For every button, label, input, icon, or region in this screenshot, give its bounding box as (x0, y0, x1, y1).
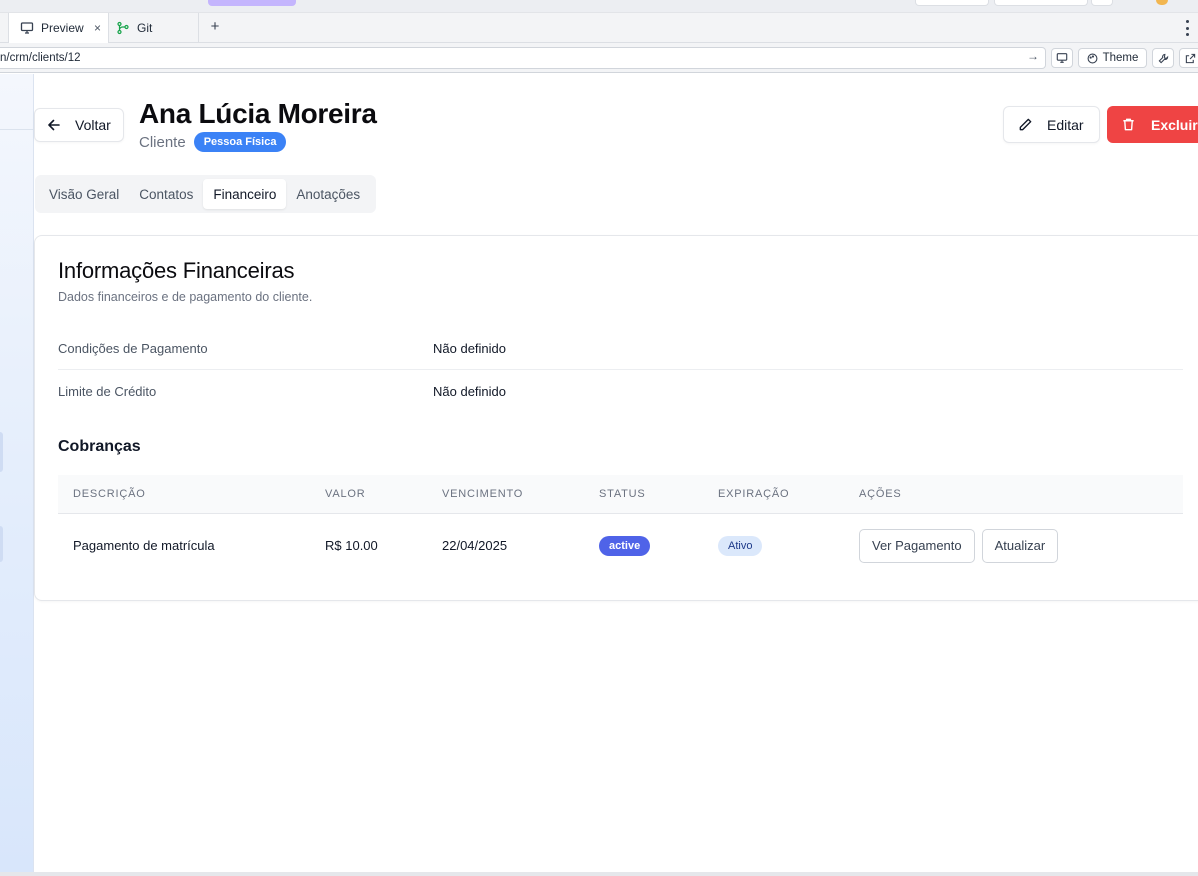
trash-icon (1123, 118, 1134, 131)
page-title: Ana Lúcia Moreira (139, 98, 377, 129)
monitor-icon (19, 20, 35, 36)
field-label: Limite de Crédito (58, 384, 157, 399)
back-label: Voltar (75, 117, 111, 133)
cell-value: R$ 10.00 (325, 538, 378, 553)
status-badge: active (599, 535, 651, 556)
field-value: Não definido (433, 384, 506, 399)
card-title: Informações Financeiras (58, 258, 295, 283)
top-strip-control[interactable] (1091, 0, 1113, 6)
tab-contatos[interactable]: Contatos (129, 179, 203, 209)
pencil-icon (1019, 118, 1032, 131)
edit-button[interactable]: Editar (1003, 106, 1100, 143)
sidebar-item[interactable] (0, 526, 3, 562)
wrench-icon (1158, 53, 1168, 63)
client-type-badge: Pessoa Física (193, 132, 287, 152)
window-top-strip (0, 0, 1198, 13)
tab-visao-geral[interactable]: Visão Geral (39, 179, 129, 209)
column-header-description: DESCRIÇÃO (73, 488, 146, 500)
device-toggle-button[interactable] (1051, 48, 1073, 68)
monitor-icon (1056, 53, 1068, 63)
cell-status: active (599, 514, 651, 577)
open-external-button[interactable] (1179, 48, 1198, 68)
delete-button[interactable]: Excluir (1107, 106, 1198, 143)
tab-label: Git (137, 21, 153, 35)
client-kind: Cliente (139, 133, 186, 151)
field-label: Condições de Pagamento (58, 340, 208, 356)
new-tab-button[interactable]: + (208, 18, 222, 35)
top-strip-highlight (208, 0, 296, 6)
sidebar (0, 74, 34, 874)
arrow-right-icon[interactable]: → (1027, 49, 1039, 63)
delete-label: Excluir (1151, 116, 1198, 133)
charges-title: Cobranças (58, 438, 141, 455)
sidebar-item[interactable] (0, 432, 3, 472)
info-row-credit-limit: Limite de Crédito Não definido (58, 370, 1183, 413)
expiration-badge: Ativo (718, 535, 763, 556)
address-bar: n/crm/clients/12 → Theme (0, 43, 1198, 73)
git-branch-icon (115, 20, 131, 36)
cell-description: Pagamento de matrícula (73, 538, 215, 553)
theme-label: Theme (1102, 52, 1139, 64)
client-subtitle: Cliente Pessoa Física (139, 132, 287, 152)
external-link-icon (1185, 53, 1195, 63)
column-header-value: VALOR (325, 488, 366, 500)
devtools-button[interactable] (1152, 48, 1174, 68)
window-bottom-border (0, 872, 1198, 876)
tab-preview[interactable]: Preview × (8, 13, 109, 43)
tab-git[interactable]: Git (109, 13, 199, 43)
tab-label: Preview (41, 21, 84, 35)
tab-financeiro[interactable]: Financeiro (203, 179, 287, 209)
detail-tabs: Visão Geral Contatos Financeiro Anotaçõe… (35, 175, 376, 213)
arrow-left-icon (48, 119, 60, 131)
column-header-actions: AÇÕES (859, 488, 902, 500)
field-value: Não definido (433, 340, 506, 356)
close-icon[interactable]: × (94, 21, 101, 35)
column-header-expiration: EXPIRAÇÃO (718, 488, 790, 500)
palette-icon (1087, 53, 1098, 63)
browser-tab-bar: Preview × Git + (0, 13, 1198, 43)
avatar[interactable] (1156, 0, 1168, 5)
update-button[interactable]: Atualizar (981, 528, 1059, 563)
card-description: Dados financeiros e de pagamento do clie… (58, 290, 313, 304)
url-input[interactable]: n/crm/clients/12 (0, 47, 1046, 69)
theme-button[interactable]: Theme (1078, 48, 1147, 68)
cell-actions: Ver Pagamento Atualizar (859, 514, 1065, 577)
cell-due-date: 22/04/2025 (442, 538, 508, 553)
column-header-due: VENCIMENTO (442, 488, 524, 500)
edit-label: Editar (1047, 116, 1084, 133)
column-header-status: STATUS (599, 488, 646, 500)
cell-expiration: Ativo (718, 514, 763, 577)
top-strip-control[interactable] (994, 0, 1088, 6)
more-vertical-icon[interactable] (1184, 20, 1190, 36)
back-button[interactable]: Voltar (34, 108, 124, 142)
table-row: Pagamento de matrícula R$ 10.00 22/04/20… (58, 514, 1183, 577)
sidebar-divider (0, 129, 34, 130)
tab-anotacoes[interactable]: Anotações (286, 179, 370, 209)
view-payment-button[interactable]: Ver Pagamento (859, 528, 975, 563)
info-row-payment-terms: Condições de Pagamento Não definido (58, 327, 1183, 370)
top-strip-control[interactable] (915, 0, 989, 6)
charges-table-header: DESCRIÇÃO VALOR VENCIMENTO STATUS EXPIRA… (58, 475, 1183, 514)
